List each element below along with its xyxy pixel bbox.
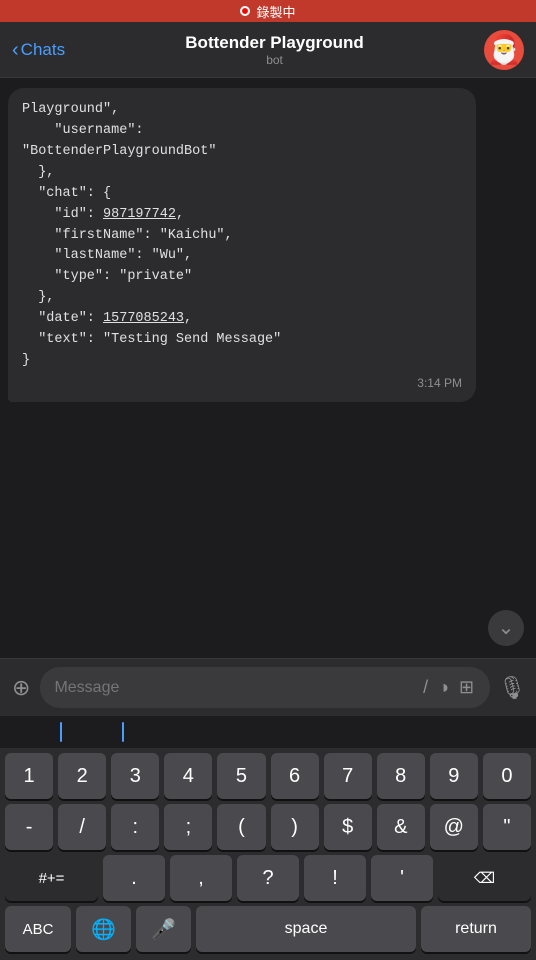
key-mic[interactable]: 🎤 <box>136 906 191 952</box>
key-question[interactable]: ? <box>237 855 299 901</box>
input-bar: ⊕ / ◑ ⊞ 🎙 <box>0 658 536 716</box>
keyboard-row-3: #+= . , ? ! ' ⌫ <box>0 850 536 901</box>
key-colon[interactable]: : <box>111 804 159 850</box>
date-value: 1577085243 <box>103 311 184 326</box>
attach-icon[interactable]: ⊕ <box>10 673 32 703</box>
message-bubble: Playground", "username": "BottenderPlayg… <box>8 88 476 402</box>
key-5[interactable]: 5 <box>217 753 265 799</box>
key-globe[interactable]: 🌐 <box>76 906 131 952</box>
recording-label: 錄製中 <box>256 2 295 21</box>
key-4[interactable]: 4 <box>164 753 212 799</box>
key-return[interactable]: return <box>421 906 531 952</box>
key-hashtag[interactable]: #+= <box>5 855 98 901</box>
message-code: Playground", "username": "BottenderPlayg… <box>22 100 462 372</box>
key-7[interactable]: 7 <box>324 753 372 799</box>
key-abc[interactable]: ABC <box>5 906 71 952</box>
chevron-down-icon: ⌄ <box>498 618 515 638</box>
key-9[interactable]: 9 <box>430 753 478 799</box>
key-space[interactable]: space <box>196 906 416 952</box>
keyboard-icon[interactable]: ⊞ <box>457 675 476 700</box>
nav-subtitle: bot <box>266 53 283 67</box>
message-input[interactable] <box>54 679 421 697</box>
key-0[interactable]: 0 <box>483 753 531 799</box>
nav-bar: ‹ Chats Bottender Playground bot 🎅 <box>0 22 536 78</box>
scroll-down-button[interactable]: ⌄ <box>488 610 524 646</box>
nav-title: Bottender Playground <box>185 33 364 53</box>
back-button[interactable]: ‹ Chats <box>12 40 65 60</box>
cursor-line <box>0 716 536 748</box>
key-comma[interactable]: , <box>170 855 232 901</box>
key-at[interactable]: @ <box>430 804 478 850</box>
avatar-icon: 🎅 <box>487 36 522 64</box>
recording-dot-icon <box>240 6 250 16</box>
key-1[interactable]: 1 <box>5 753 53 799</box>
key-8[interactable]: 8 <box>377 753 425 799</box>
keyboard-row-numbers: 1 2 3 4 5 6 7 8 9 0 <box>0 748 536 799</box>
key-2[interactable]: 2 <box>58 753 106 799</box>
key-dollar[interactable]: $ <box>324 804 372 850</box>
nav-center: Bottender Playground bot <box>65 33 484 67</box>
key-slash[interactable]: / <box>58 804 106 850</box>
keyboard-row-bottom: ABC 🌐 🎤 space return <box>0 901 536 960</box>
message-time: 3:14 PM <box>22 376 462 390</box>
delete-key[interactable]: ⌫ <box>438 855 531 901</box>
keyboard-row-symbols: - / : ; ( ) $ & @ " <box>0 799 536 850</box>
keyboard: 1 2 3 4 5 6 7 8 9 0 - / : ; ( ) $ & @ " … <box>0 748 536 960</box>
key-close-paren[interactable]: ) <box>271 804 319 850</box>
chat-area: Playground", "username": "BottenderPlayg… <box>0 78 536 658</box>
id-value: 987197742 <box>103 207 176 222</box>
input-icons: / ◑ ⊞ <box>421 675 476 700</box>
key-apostrophe[interactable]: ' <box>371 855 433 901</box>
key-open-paren[interactable]: ( <box>217 804 265 850</box>
sticker-icon[interactable]: ◑ <box>436 675 451 700</box>
key-semicolon[interactable]: ; <box>164 804 212 850</box>
back-chevron-icon: ‹ <box>12 40 19 60</box>
cursor-bar <box>60 722 62 742</box>
avatar[interactable]: 🎅 <box>484 30 524 70</box>
voice-input-icon[interactable]: 🎙 <box>498 675 526 701</box>
cursor-bar-2 <box>122 722 124 742</box>
key-exclaim[interactable]: ! <box>304 855 366 901</box>
key-minus[interactable]: - <box>5 804 53 850</box>
slash-command-icon[interactable]: / <box>421 675 430 700</box>
back-label: Chats <box>21 40 65 60</box>
recording-bar: 錄製中 <box>0 0 536 22</box>
key-ampersand[interactable]: & <box>377 804 425 850</box>
input-field-container[interactable]: / ◑ ⊞ <box>40 667 490 708</box>
key-quote[interactable]: " <box>483 804 531 850</box>
key-3[interactable]: 3 <box>111 753 159 799</box>
key-6[interactable]: 6 <box>271 753 319 799</box>
key-period[interactable]: . <box>103 855 165 901</box>
